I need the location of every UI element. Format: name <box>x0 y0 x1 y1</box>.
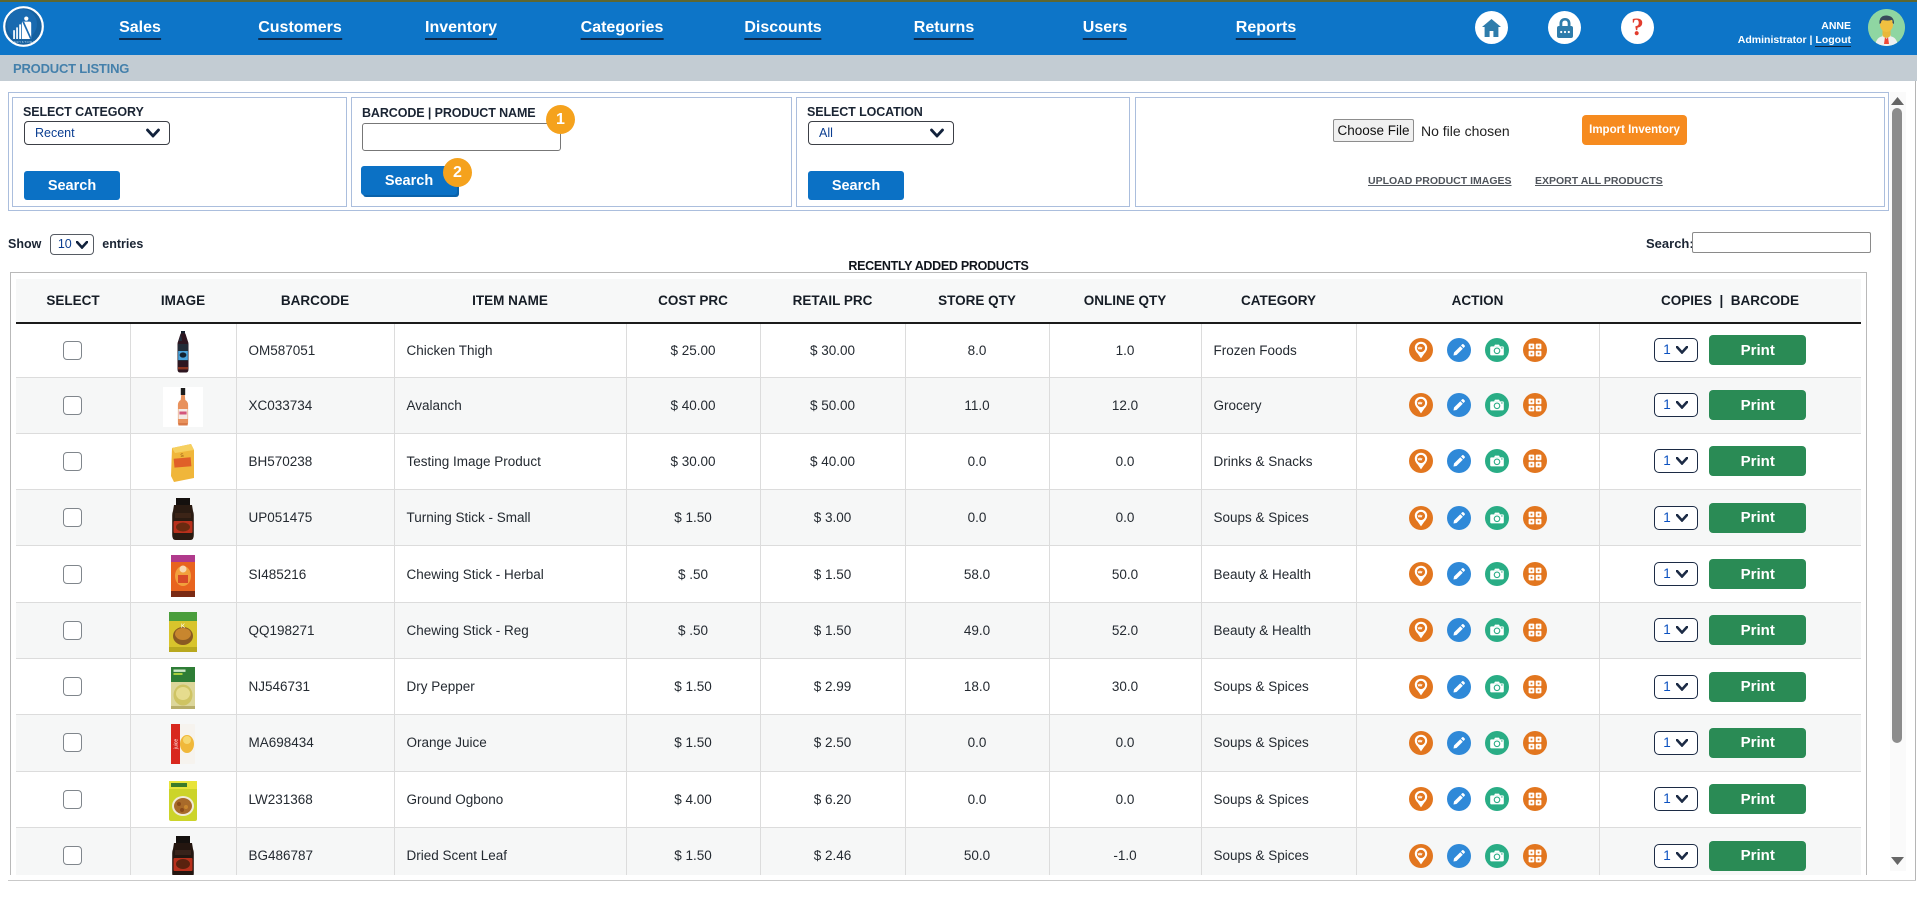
svg-text:juice: juice <box>174 739 180 751</box>
svg-text:K: K <box>181 624 185 630</box>
svg-text:LEDYSTOWA: LEDYSTOWA <box>12 40 35 44</box>
